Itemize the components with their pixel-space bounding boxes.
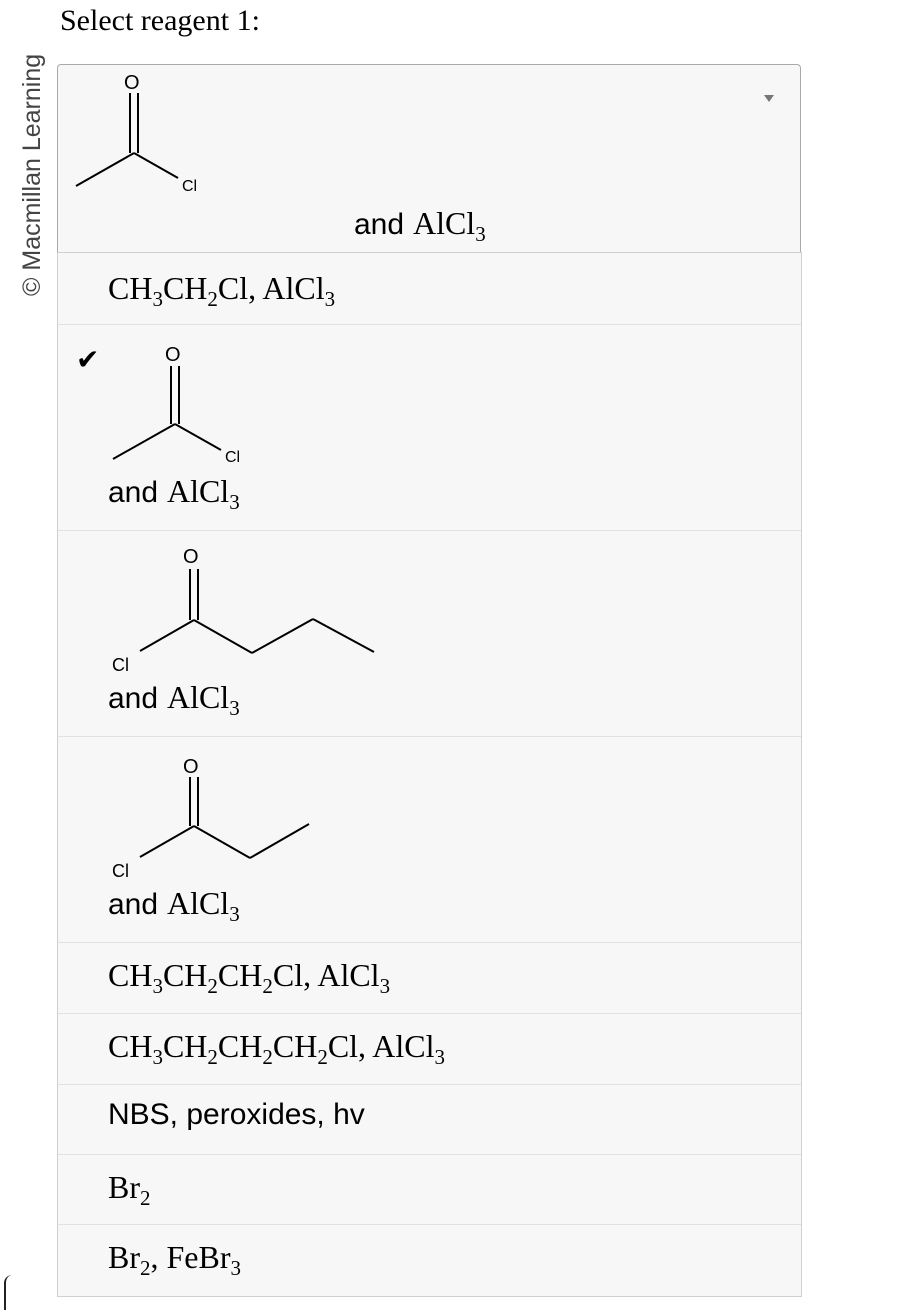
option-label: CH3CH2CH2Cl, AlCl3 bbox=[108, 957, 391, 998]
chlorine-atom: Cl bbox=[112, 655, 129, 675]
oxygen-atom: O bbox=[165, 344, 181, 366]
acetyl-chloride-structure: O Cl bbox=[112, 344, 240, 466]
oxygen-atom: O bbox=[183, 546, 199, 568]
chlorine-atom: Cl bbox=[225, 449, 240, 466]
reagent-select[interactable]: O Cl and AlCl3 bbox=[57, 64, 801, 252]
page-edge-mark bbox=[4, 1275, 16, 1310]
option-label: NBS, peroxides, hv bbox=[108, 1098, 365, 1131]
reagent-options-list: CH3CH2Cl, AlCl3 ✔ O Cl and AlCl3 O Cl an… bbox=[57, 252, 802, 1297]
option-butanoyl-chloride[interactable]: O Cl and AlCl3 bbox=[58, 531, 801, 737]
butanoyl-chloride-structure: O Cl bbox=[112, 546, 375, 675]
option-nbs-peroxides[interactable]: NBS, peroxides, hv bbox=[58, 1085, 801, 1155]
option-propyl-chloride[interactable]: CH3CH2CH2Cl, AlCl3 bbox=[58, 943, 801, 1014]
oxygen-atom: O bbox=[183, 756, 199, 778]
option-acetyl-chloride[interactable]: ✔ O Cl and AlCl3 bbox=[58, 325, 801, 531]
option-ethyl-chloride[interactable]: CH3CH2Cl, AlCl3 bbox=[58, 253, 801, 325]
copyright-text: © Macmillan Learning bbox=[18, 53, 46, 296]
chlorine-atom: Cl bbox=[182, 178, 197, 195]
option-label: Br2 bbox=[108, 1169, 151, 1210]
and-text: and bbox=[354, 208, 405, 241]
option-bromine-febr3[interactable]: Br2, FeBr3 bbox=[58, 1225, 801, 1296]
acetyl-chloride-structure: O Cl bbox=[75, 72, 197, 195]
selected-reagent-label: and AlCl3 bbox=[354, 205, 486, 245]
copyright-notice: © Macmillan Learning bbox=[0, 0, 46, 300]
option-propanoyl-chloride[interactable]: O Cl and AlCl3 bbox=[58, 737, 801, 943]
option-butyl-chloride[interactable]: CH3CH2CH2CH2Cl, AlCl3 bbox=[58, 1014, 801, 1085]
chevron-down-icon[interactable] bbox=[764, 95, 774, 102]
option-label: and AlCl3 bbox=[108, 885, 240, 926]
propanoyl-chloride-structure: O Cl bbox=[112, 756, 310, 881]
option-label: CH3CH2CH2CH2Cl, AlCl3 bbox=[108, 1028, 446, 1069]
oxygen-atom: O bbox=[124, 72, 140, 94]
option-label: CH3CH2Cl, AlCl3 bbox=[108, 270, 336, 311]
option-label: Br2, FeBr3 bbox=[108, 1239, 241, 1280]
reagent-subscript: 3 bbox=[475, 222, 486, 246]
reagent-text: AlCl bbox=[412, 205, 476, 241]
option-bromine[interactable]: Br2 bbox=[58, 1155, 801, 1225]
option-label: and AlCl3 bbox=[108, 679, 240, 720]
option-label: and AlCl3 bbox=[108, 473, 240, 514]
chlorine-atom: Cl bbox=[112, 861, 129, 881]
prompt-label: Select reagent 1: bbox=[60, 4, 260, 37]
